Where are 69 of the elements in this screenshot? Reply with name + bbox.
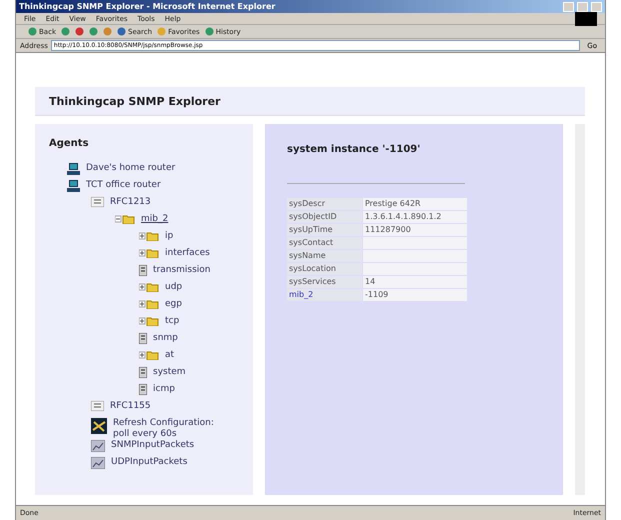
stop-icon [75, 27, 84, 36]
back-icon [28, 27, 37, 36]
tree-item[interactable]: Refresh Configuration: poll every 60s [113, 418, 223, 440]
tree-item[interactable]: TCT office router [86, 180, 161, 191]
tree-item[interactable]: at [165, 350, 174, 361]
tree-item[interactable]: Dave's home router [86, 163, 176, 174]
tree-item[interactable]: RFC1155 [110, 401, 151, 412]
table-cell: sysServices [287, 276, 362, 288]
maximize-button[interactable] [577, 2, 588, 12]
expand-folder-icon[interactable] [139, 350, 159, 360]
expand-folder-icon[interactable] [139, 248, 159, 258]
expand-folder-icon[interactable] [139, 231, 159, 241]
table-cell: sysContact [287, 237, 362, 249]
table-cell: -1109 [363, 289, 467, 301]
tree-item[interactable]: mib_2 [141, 214, 168, 225]
search-icon [117, 27, 126, 36]
computer-icon [67, 180, 80, 192]
tree-item[interactable]: system [153, 367, 186, 378]
favorites-icon [157, 27, 166, 36]
close-button[interactable] [591, 2, 602, 12]
tree-item[interactable]: transmission [153, 265, 210, 276]
refresh-icon [91, 418, 107, 434]
collapse-folder-icon[interactable] [115, 214, 135, 224]
chart-icon [91, 457, 105, 469]
table-cell: sysObjectID [287, 211, 362, 223]
home-icon [103, 27, 112, 36]
history-icon [204, 27, 214, 36]
toolbar-button[interactable] [75, 27, 84, 36]
minimize-button[interactable] [563, 2, 574, 12]
table-cell: 14 [363, 276, 467, 288]
book-icon [91, 197, 104, 207]
expand-folder-icon[interactable] [139, 299, 159, 309]
table-cell: 111287900 [363, 224, 467, 236]
tree-item[interactable]: tcp [165, 316, 180, 327]
document-icon [139, 333, 147, 344]
browser-logo [575, 12, 597, 26]
tree-item[interactable]: SNMPInputPackets [111, 440, 194, 451]
forward-icon [61, 27, 70, 36]
table-cell: 1.3.6.1.4.1.890.1.2 [363, 211, 467, 223]
chart-icon [91, 440, 105, 452]
tree-item[interactable]: udp [165, 282, 182, 293]
table-cell: sysUpTime [287, 224, 362, 236]
document-icon [139, 367, 147, 378]
expand-folder-icon[interactable] [139, 282, 159, 292]
tree-item[interactable]: snmp [153, 333, 178, 344]
header-title: Thinkingcap SNMP Explorer [49, 94, 220, 108]
tree-item[interactable]: UDPInputPackets [111, 457, 188, 468]
table-cell: sysDescr [287, 198, 362, 210]
computer-icon [67, 163, 80, 175]
tree-item[interactable]: ip [165, 231, 174, 242]
tree-item[interactable]: icmp [153, 384, 175, 395]
detail-title: system instance '-1109' [287, 144, 422, 155]
panel-title: Agents [49, 138, 90, 149]
window-title: Thinkingcap SNMP Explorer - Microsoft Internet Explorer [19, 2, 276, 11]
table-cell: Prestige 642R [363, 198, 467, 210]
toolbar-button[interactable] [61, 27, 70, 36]
refresh-icon [89, 27, 98, 36]
tree-item[interactable]: RFC1213 [110, 197, 151, 208]
toolbar-button[interactable] [89, 27, 98, 36]
tree-item[interactable]: interfaces [165, 248, 210, 259]
document-icon [139, 384, 147, 395]
table-link[interactable]: mib_2 [287, 289, 362, 301]
table-cell: sysName [287, 250, 362, 262]
book-icon [91, 401, 104, 411]
table-cell: sysLocation [287, 263, 362, 275]
document-icon [139, 265, 147, 276]
tree-item[interactable]: egp [165, 299, 182, 310]
expand-folder-icon[interactable] [139, 316, 159, 326]
toolbar-button[interactable] [103, 27, 112, 36]
